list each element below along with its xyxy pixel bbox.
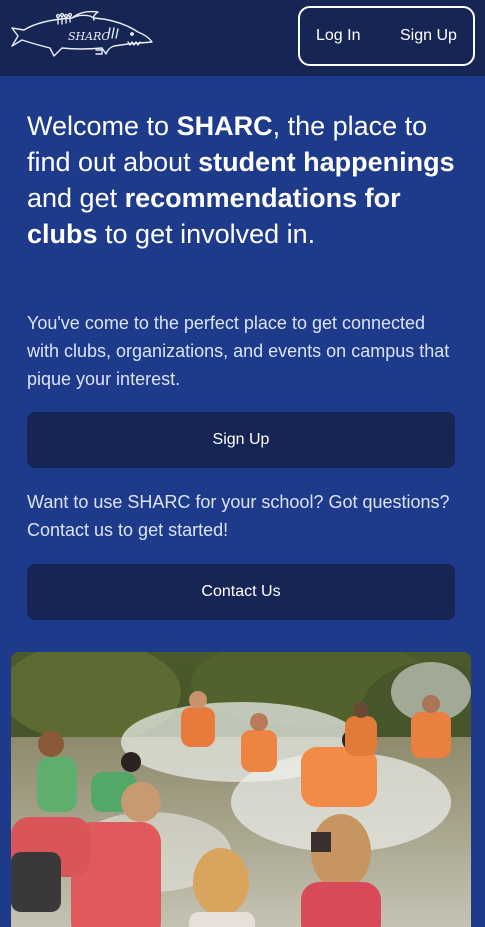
hero-title-emphasis: SHARC [176, 111, 273, 141]
hero-title-part: Welcome to [27, 111, 177, 141]
hero-title: Welcome to SHARC, the place to find out … [27, 108, 467, 252]
contact-prompt: Want to use SHARC for your school? Got q… [27, 492, 450, 540]
contact-us-button[interactable]: Contact Us [27, 564, 455, 620]
hero-subtitle: You've come to the perfect place to get … [27, 313, 450, 389]
shark-logo-icon[interactable]: SHARC [10, 10, 156, 62]
hero-title-emphasis: student happenings [198, 147, 455, 177]
signup-button[interactable]: Sign Up [27, 412, 455, 468]
header: SHARC Log In Sign Up [0, 0, 485, 76]
hero-photo [11, 652, 471, 927]
auth-nav: Log In Sign Up [298, 6, 475, 66]
hero-title-part: and get [27, 183, 125, 213]
hero-title-part: to get involved in. [97, 219, 316, 249]
login-link[interactable]: Log In [316, 26, 360, 46]
signup-link[interactable]: Sign Up [400, 26, 457, 46]
svg-text:SHARC: SHARC [68, 30, 110, 43]
